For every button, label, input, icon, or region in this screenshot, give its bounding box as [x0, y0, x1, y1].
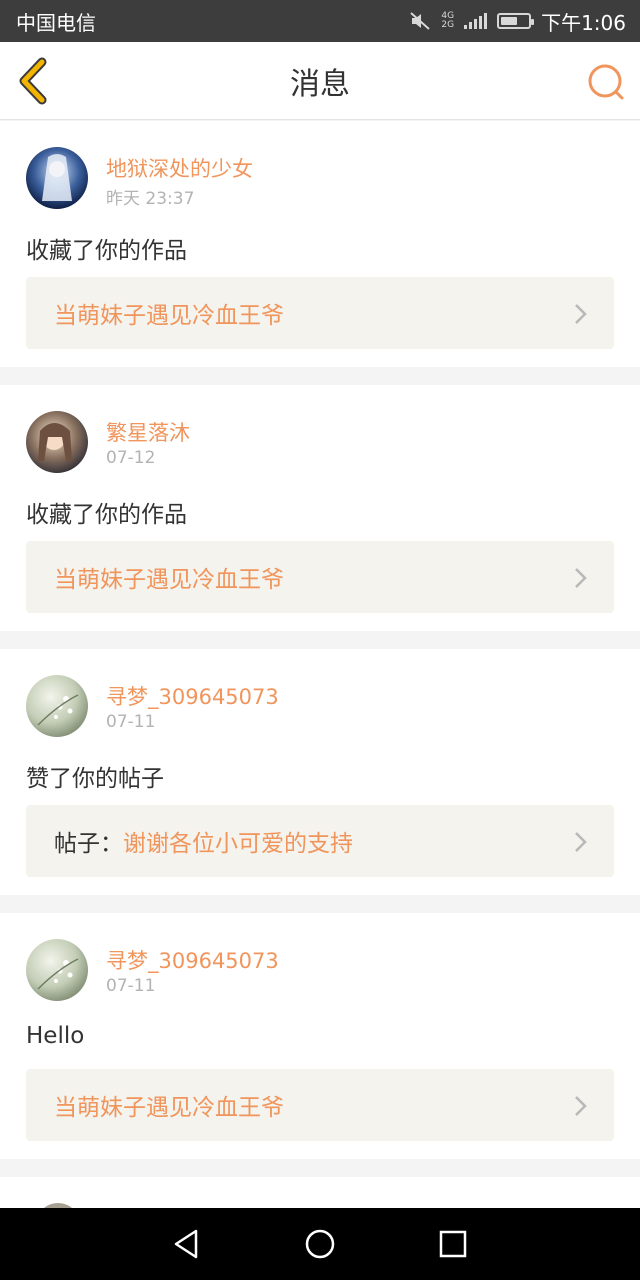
user-name[interactable]: 繁星落沐	[106, 417, 190, 447]
avatar[interactable]	[26, 147, 88, 209]
message-list: 地狱深处的少女 昨天 23:37 收藏了你的作品 当萌妹子遇见冷血王爷 繁星落沐…	[0, 121, 640, 1237]
referenced-item[interactable]: 当萌妹子遇见冷血王爷	[26, 277, 614, 349]
ref-title: 当萌妹子遇见冷血王爷	[54, 567, 284, 593]
user-name[interactable]: 地狱深处的少女	[106, 153, 253, 183]
search-icon[interactable]	[586, 62, 626, 102]
message-card: 寻梦_309645073 07-11 Hello 当萌妹子遇见冷血王爷	[0, 913, 640, 1159]
network-type: 4G 2G	[441, 11, 455, 30]
message-card: 寻梦_309645073 07-11 赞了你的帖子 帖子： 谢谢各位小可爱的支持	[0, 649, 640, 895]
message-time: 07-12	[106, 448, 156, 468]
avatar[interactable]	[26, 939, 88, 1001]
recents-square-icon[interactable]	[436, 1227, 470, 1261]
battery-level	[501, 17, 517, 25]
message-time: 07-11	[106, 976, 156, 996]
back-triangle-icon[interactable]	[170, 1227, 204, 1261]
avatar-image	[26, 411, 88, 473]
ref-title: 谢谢各位小可爱的支持	[123, 831, 353, 857]
chevron-right-icon	[575, 568, 587, 588]
message-card: 繁星落沐 07-12 收藏了你的作品 当萌妹子遇见冷血王爷	[0, 385, 640, 631]
referenced-item[interactable]: 当萌妹子遇见冷血王爷	[26, 1069, 614, 1141]
referenced-item[interactable]: 当萌妹子遇见冷血王爷	[26, 541, 614, 613]
message-text: Hello	[26, 1023, 85, 1049]
battery-icon	[497, 13, 535, 29]
message-time: 07-11	[106, 712, 156, 732]
status-icons: 4G 2G 下午1:06	[409, 7, 626, 36]
chevron-right-icon	[575, 304, 587, 324]
referenced-item[interactable]: 帖子： 谢谢各位小可爱的支持	[26, 805, 614, 877]
chevron-right-icon	[575, 832, 587, 852]
avatar[interactable]	[26, 675, 88, 737]
ref-title: 当萌妹子遇见冷血王爷	[54, 1095, 284, 1121]
home-circle-icon[interactable]	[303, 1227, 337, 1261]
message-text: 收藏了你的作品	[26, 238, 187, 264]
chevron-right-icon	[575, 1096, 587, 1116]
page-title: 消息	[290, 66, 350, 102]
message-card: 地狱深处的少女 昨天 23:37 收藏了你的作品 当萌妹子遇见冷血王爷	[0, 121, 640, 367]
user-name[interactable]: 寻梦_309645073	[106, 681, 279, 711]
user-name[interactable]: 寻梦_309645073	[106, 945, 279, 975]
chevron-left-icon[interactable]	[14, 56, 54, 106]
avatar-image	[26, 939, 88, 1001]
system-navigation-bar	[0, 1208, 640, 1280]
signal-icon	[464, 13, 488, 29]
message-text: 收藏了你的作品	[26, 502, 187, 528]
message-time: 昨天 23:37	[106, 189, 195, 209]
carrier-label: 中国电信	[16, 10, 96, 35]
avatar[interactable]	[26, 411, 88, 473]
header: 消息	[0, 42, 640, 120]
avatar-image	[26, 147, 88, 209]
ref-title: 当萌妹子遇见冷血王爷	[54, 303, 284, 329]
mute-icon	[410, 12, 431, 30]
clock: 下午1:06	[541, 10, 626, 35]
status-bar: 中国电信 4G 2G 下午1:06	[0, 0, 640, 42]
avatar-image	[26, 675, 88, 737]
ref-prefix: 帖子：	[54, 831, 123, 857]
message-text: 赞了你的帖子	[26, 766, 164, 792]
